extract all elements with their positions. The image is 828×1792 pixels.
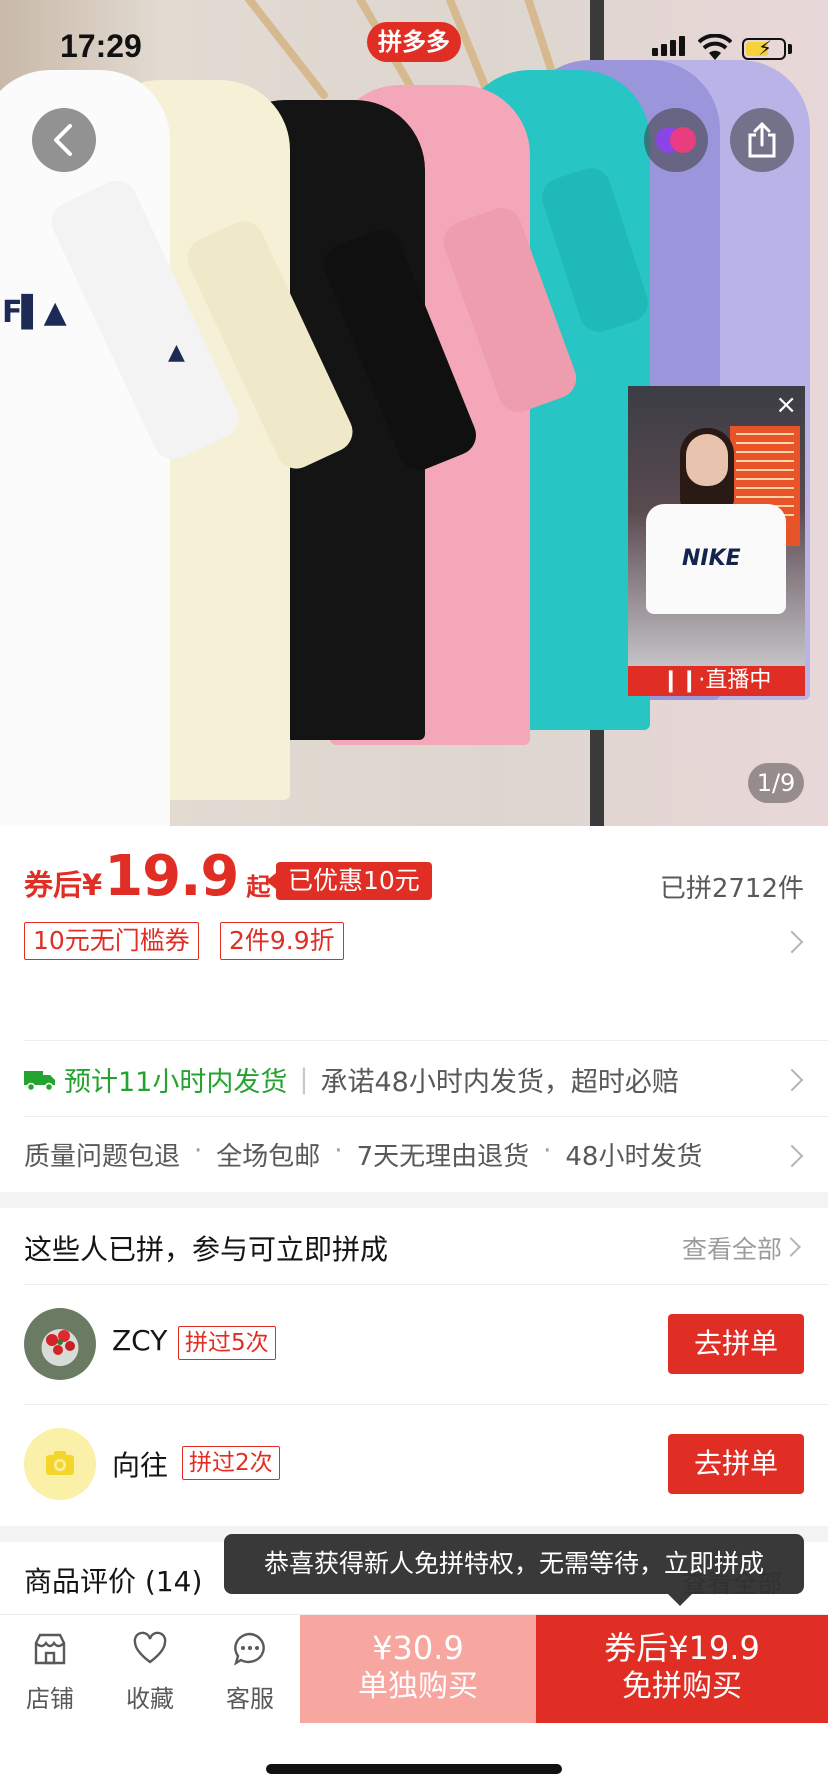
pause-icon: ❙❙· bbox=[661, 668, 706, 693]
live-label: ❙❙·直播中 bbox=[628, 666, 805, 696]
service-item: 质量问题包退 bbox=[24, 1142, 181, 1172]
tab-label: 收藏 bbox=[126, 1685, 174, 1713]
brand-logo: ▲ bbox=[168, 340, 185, 365]
divider bbox=[24, 1116, 828, 1117]
status-time: 17:29 bbox=[60, 28, 142, 64]
home-indicator[interactable] bbox=[266, 1764, 562, 1774]
avatar bbox=[24, 1308, 96, 1380]
group-buy-title: 这些人已拼，参与可立即拼成 bbox=[24, 1233, 389, 1266]
section-gap bbox=[0, 1192, 828, 1208]
service-item: 全场包邮 bbox=[216, 1142, 321, 1172]
signal-icon bbox=[652, 36, 685, 56]
join-group-button[interactable]: 去拼单 bbox=[668, 1434, 804, 1494]
tab-favorite[interactable]: 收藏 bbox=[100, 1615, 200, 1723]
group-buy-view-all[interactable]: 查看全部 bbox=[682, 1230, 782, 1266]
buy-group-button[interactable]: 券后¥19.9 免拼购买 bbox=[536, 1615, 828, 1723]
live-stream-card[interactable]: NIKE × ❙❙·直播中 bbox=[628, 386, 805, 696]
chat-icon bbox=[234, 1632, 265, 1666]
app-badge: 拼多多 bbox=[367, 22, 461, 62]
share-icon bbox=[748, 121, 776, 158]
tab-store[interactable]: 店铺 bbox=[0, 1615, 100, 1723]
tab-customer-service[interactable]: 客服 bbox=[200, 1615, 300, 1723]
battery-tip bbox=[788, 44, 792, 54]
flowers-avatar-image bbox=[46, 1330, 75, 1355]
separator: | bbox=[299, 1064, 309, 1095]
shipping-estimate: 预计11小时内发货 bbox=[64, 1067, 288, 1098]
bottom-action-bar: 店铺 收藏 客服 ¥30.9 单独购买 券后¥19.9 免拼购买 bbox=[0, 1614, 828, 1723]
chevron-right-icon[interactable] bbox=[780, 1144, 804, 1168]
divider bbox=[24, 1040, 828, 1041]
battery-icon: ⚡ bbox=[742, 36, 786, 60]
solo-price: ¥30.9 bbox=[372, 1629, 464, 1667]
member-badge: 拼过2次 bbox=[182, 1446, 280, 1480]
status-bar: 17:29 拼多多 ⚡ bbox=[0, 0, 828, 96]
chevron-right-icon[interactable] bbox=[780, 930, 804, 954]
wifi-icon bbox=[698, 34, 732, 60]
member-name: ZCY bbox=[112, 1324, 168, 1357]
truck-icon bbox=[24, 1070, 55, 1091]
price-prefix: 券后¥ bbox=[24, 868, 103, 902]
toast-message: 恭喜获得新人免拼特权，无需等待，立即拼成 bbox=[224, 1534, 804, 1606]
chevron-left-icon bbox=[54, 124, 72, 156]
mini-program-button[interactable] bbox=[644, 108, 708, 172]
tab-label: 店铺 bbox=[26, 1685, 74, 1713]
price-amount: 19.9 bbox=[104, 844, 239, 909]
chevron-right-icon[interactable] bbox=[781, 1237, 801, 1257]
store-icon bbox=[34, 1633, 66, 1665]
group-member-row: ZCY 拼过5次 去拼单 bbox=[0, 1284, 828, 1404]
brand-logo: F▌▲ bbox=[2, 295, 67, 330]
live-close-button[interactable]: × bbox=[775, 390, 797, 420]
coupon-tag[interactable]: 2件9.9折 bbox=[220, 922, 344, 960]
shipping-promise: 承诺48小时内发货，超时必赔 bbox=[320, 1067, 679, 1098]
member-name: 向往 bbox=[112, 1449, 169, 1482]
camera-icon bbox=[46, 1451, 74, 1475]
join-group-button[interactable]: 去拼单 bbox=[668, 1314, 804, 1374]
heart-icon bbox=[133, 1631, 167, 1664]
shirt-white bbox=[0, 70, 170, 826]
product-image-carousel[interactable]: F▌▲ ▲ 17:29 拼多多 ⚡ NIKE × ❙❙·直播中 1/9 bbox=[0, 0, 828, 826]
back-button[interactable] bbox=[32, 108, 96, 172]
streamer-face bbox=[686, 434, 728, 486]
group-member-row: 向往 拼过2次 去拼单 bbox=[0, 1404, 828, 1524]
coupon-tag[interactable]: 10元无门槛券 bbox=[24, 922, 199, 960]
sold-count: 已拼2712件 bbox=[659, 874, 804, 904]
live-label-text: 直播中 bbox=[705, 668, 772, 693]
image-pager: 1/9 bbox=[748, 763, 804, 803]
separator: · bbox=[194, 1136, 203, 1166]
price-row: 券后¥ 19.9 起 bbox=[24, 844, 270, 909]
reviews-title: 商品评价 (14) bbox=[24, 1565, 203, 1598]
group-price: 券后¥19.9 bbox=[604, 1629, 760, 1667]
buy-solo-button[interactable]: ¥30.9 单独购买 bbox=[300, 1615, 536, 1723]
solo-label: 单独购买 bbox=[358, 1669, 478, 1704]
chevron-right-icon[interactable] bbox=[780, 1068, 804, 1092]
group-label: 免拼购买 bbox=[622, 1669, 742, 1704]
discount-badge: 已优惠10元 bbox=[266, 862, 432, 900]
tab-label: 客服 bbox=[226, 1685, 274, 1713]
service-item: 48小时发货 bbox=[565, 1142, 703, 1172]
service-guarantees[interactable]: 质量问题包退 · 全场包邮 · 7天无理由退货 · 48小时发货 bbox=[24, 1136, 702, 1173]
shipping-row[interactable]: 预计11小时内发货 | 承诺48小时内发货，超时必赔 bbox=[24, 1060, 679, 1099]
separator: · bbox=[543, 1136, 552, 1166]
share-button[interactable] bbox=[730, 108, 794, 172]
overlap-circles-icon bbox=[656, 127, 696, 153]
shirt-logo: NIKE bbox=[682, 546, 741, 571]
member-badge: 拼过5次 bbox=[178, 1326, 276, 1360]
service-item: 7天无理由退货 bbox=[356, 1142, 530, 1172]
separator: · bbox=[334, 1136, 343, 1166]
avatar bbox=[24, 1428, 96, 1500]
